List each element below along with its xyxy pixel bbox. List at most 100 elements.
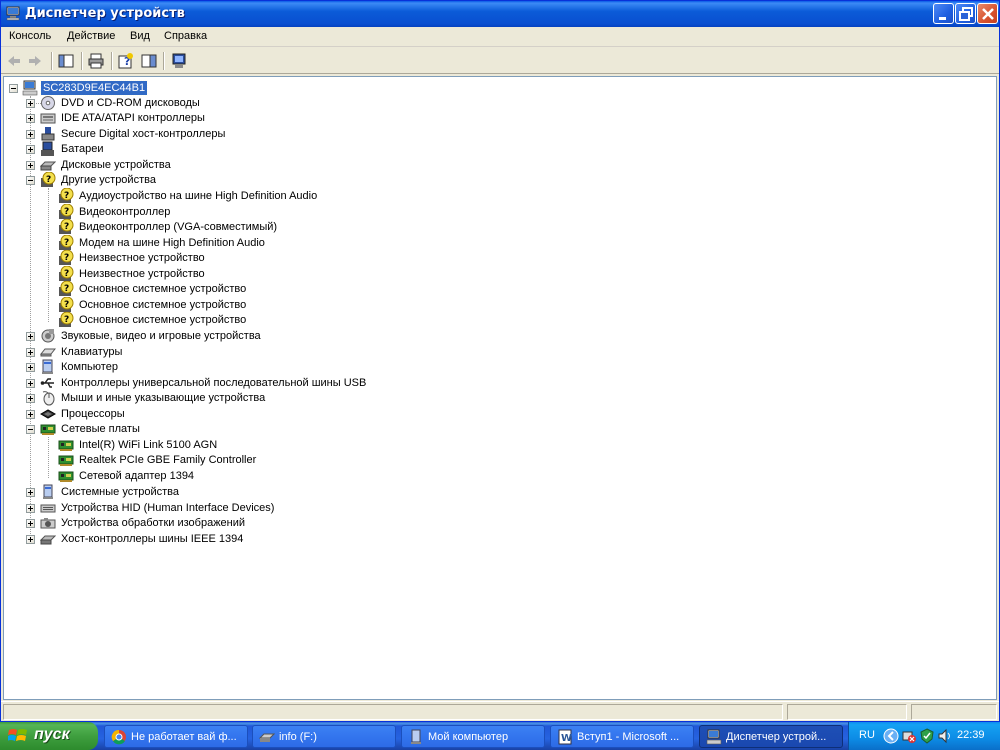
tree-item-dvd[interactable]: DVD и CD-ROM дисководы bbox=[40, 95, 202, 111]
taskbar-item[interactable]: Не работает вай ф... bbox=[104, 725, 248, 748]
tree-item-sd[interactable]: Secure Digital хост-контроллеры bbox=[40, 126, 227, 142]
svg-text:?: ? bbox=[64, 300, 69, 310]
expand-toggle[interactable] bbox=[26, 394, 35, 403]
close-button[interactable] bbox=[977, 3, 998, 24]
tree-item-disk[interactable]: Дисковые устройства bbox=[40, 157, 173, 173]
show-hide-tree-icon[interactable] bbox=[57, 52, 75, 70]
expand-toggle[interactable] bbox=[26, 145, 35, 154]
drive-icon bbox=[259, 733, 275, 742]
battery-icon bbox=[41, 141, 54, 156]
tray-collapse-icon[interactable] bbox=[883, 728, 899, 744]
tree-child-item[interactable]: ? Основное системное устройство bbox=[58, 281, 248, 297]
ide-controller-icon bbox=[40, 113, 56, 124]
tree-item-network[interactable]: Сетевые платы bbox=[40, 421, 142, 437]
tree-child-item[interactable]: ? Неизвестное устройство bbox=[58, 250, 207, 266]
tree-child-item[interactable]: Сетевой адаптер 1394 bbox=[58, 468, 196, 484]
expand-toggle[interactable] bbox=[26, 348, 35, 357]
tree-item-processor[interactable]: Процессоры bbox=[40, 406, 127, 422]
tree-item-imaging[interactable]: Устройства обработки изображений bbox=[40, 515, 247, 531]
taskbar-item[interactable]: W Вступ1 - Microsoft ... bbox=[550, 725, 694, 748]
word-icon: W bbox=[558, 729, 572, 745]
expand-toggle[interactable] bbox=[26, 519, 35, 528]
window-title: Диспетчер устройств bbox=[25, 6, 185, 21]
start-button[interactable]: пуск bbox=[0, 722, 98, 750]
tree-child-label: Сетевой адаптер 1394 bbox=[79, 470, 195, 482]
expand-toggle[interactable] bbox=[26, 99, 35, 108]
tree-item-computer[interactable]: Компьютер bbox=[40, 359, 120, 375]
taskbar-item[interactable]: info (F:) bbox=[252, 725, 396, 748]
print-icon[interactable] bbox=[87, 52, 105, 70]
usb-icon bbox=[40, 378, 54, 388]
restore-icon bbox=[959, 7, 973, 21]
expand-toggle[interactable] bbox=[26, 332, 35, 341]
taskbar-item-active[interactable]: Диспетчер устрой... bbox=[699, 725, 843, 748]
computer-icon bbox=[22, 80, 38, 96]
tree-root[interactable]: SC283D9E4EC44B1 bbox=[22, 80, 149, 96]
expand-toggle[interactable] bbox=[26, 410, 35, 419]
tree-item-keyboard[interactable]: Клавиатуры bbox=[40, 344, 124, 360]
volume-icon[interactable] bbox=[937, 728, 953, 744]
collapse-toggle[interactable] bbox=[26, 176, 35, 185]
expand-toggle[interactable] bbox=[26, 535, 35, 544]
system-device-icon bbox=[43, 484, 53, 499]
expand-toggle[interactable] bbox=[26, 488, 35, 497]
sound-icon bbox=[41, 329, 55, 343]
root-collapse-toggle[interactable] bbox=[9, 84, 18, 93]
taskbar-item-label: Не работает вай ф... bbox=[131, 731, 237, 743]
tree-item-other-devices[interactable]: ? Другие устройства bbox=[40, 172, 158, 188]
tree-item-label: Другие устройства bbox=[61, 174, 156, 186]
collapse-toggle[interactable] bbox=[26, 425, 35, 434]
menu-console[interactable]: Консоль bbox=[9, 30, 51, 42]
taskbar-item[interactable]: Мой компьютер bbox=[401, 725, 545, 748]
expand-toggle[interactable] bbox=[26, 130, 35, 139]
tree-item-mouse[interactable]: Мыши и иные указывающие устройства bbox=[40, 390, 267, 406]
security-shield-icon[interactable] bbox=[919, 728, 935, 744]
status-cell bbox=[911, 704, 997, 720]
tree-child-item[interactable]: Intel(R) WiFi Link 5100 AGN bbox=[58, 437, 219, 453]
expand-toggle[interactable] bbox=[26, 114, 35, 123]
console-tree-icon[interactable] bbox=[140, 52, 158, 70]
unknown-device-icon: ? bbox=[59, 219, 74, 234]
tree-child-item[interactable]: ? Видеоконтроллер (VGA-совместимый) bbox=[58, 219, 279, 235]
menu-help[interactable]: Справка bbox=[164, 30, 207, 42]
tree-item-hid[interactable]: Устройства HID (Human Interface Devices) bbox=[40, 500, 276, 516]
clock[interactable]: 22:39 bbox=[957, 729, 985, 741]
tree-child-item[interactable]: ? Видеоконтроллер bbox=[58, 204, 172, 220]
tree-item-system[interactable]: Системные устройства bbox=[40, 484, 181, 500]
expand-toggle[interactable] bbox=[26, 363, 35, 372]
tree-item-sound[interactable]: Звуковые, видео и игровые устройства bbox=[40, 328, 263, 344]
menu-view[interactable]: Вид bbox=[130, 30, 150, 42]
expand-toggle[interactable] bbox=[26, 161, 35, 170]
tree-child-item[interactable]: ? Аудиоустройство на шине High Definitio… bbox=[58, 188, 319, 204]
expand-toggle[interactable] bbox=[26, 504, 35, 513]
tree-child-item[interactable]: ? Основное системное устройство bbox=[58, 312, 248, 328]
scan-hardware-icon[interactable] bbox=[170, 52, 188, 70]
tree-item-label: Устройства обработки изображений bbox=[61, 517, 246, 529]
device-manager-icon bbox=[706, 729, 722, 745]
taskbar: пуск Не работает вай ф... info (F:) Мой … bbox=[0, 722, 1000, 750]
forward-arrow-icon[interactable] bbox=[26, 52, 44, 70]
menu-action[interactable]: Действие bbox=[67, 30, 115, 42]
tree-child-item[interactable]: Realtek PCIe GBE Family Controller bbox=[58, 452, 258, 468]
svg-text:?: ? bbox=[64, 207, 69, 217]
status-cell bbox=[3, 704, 783, 720]
tree-child-item[interactable]: ? Неизвестное устройство bbox=[58, 266, 207, 282]
help-properties-icon[interactable]: ? bbox=[117, 52, 135, 70]
status-bar bbox=[1, 701, 999, 721]
tree-child-item[interactable]: ? Основное системное устройство bbox=[58, 297, 248, 313]
tree-item-battery[interactable]: Батареи bbox=[40, 141, 106, 157]
title-bar[interactable]: Диспетчер устройств bbox=[1, 1, 999, 27]
device-tree-panel[interactable]: SC283D9E4EC44B1 DVD и CD-ROM дисководы I… bbox=[3, 76, 997, 700]
tree-item-usb[interactable]: Контроллеры универсальной последовательн… bbox=[40, 375, 368, 391]
language-indicator[interactable]: RU bbox=[859, 729, 875, 741]
restore-button[interactable] bbox=[955, 3, 976, 24]
back-arrow-icon[interactable] bbox=[5, 52, 23, 70]
tree-item-ieee1394[interactable]: Хост-контроллеры шины IEEE 1394 bbox=[40, 531, 245, 547]
tree-child-label: Основное системное устройство bbox=[79, 299, 247, 311]
tree-item-ide[interactable]: IDE ATA/ATAPI контроллеры bbox=[40, 110, 207, 126]
minimize-button[interactable] bbox=[933, 3, 954, 24]
tree-child-label: Аудиоустройство на шине High Definition … bbox=[79, 190, 318, 202]
tree-child-item[interactable]: ? Модем на шине High Definition Audio bbox=[58, 235, 267, 251]
network-status-icon[interactable] bbox=[901, 728, 917, 744]
expand-toggle[interactable] bbox=[26, 379, 35, 388]
